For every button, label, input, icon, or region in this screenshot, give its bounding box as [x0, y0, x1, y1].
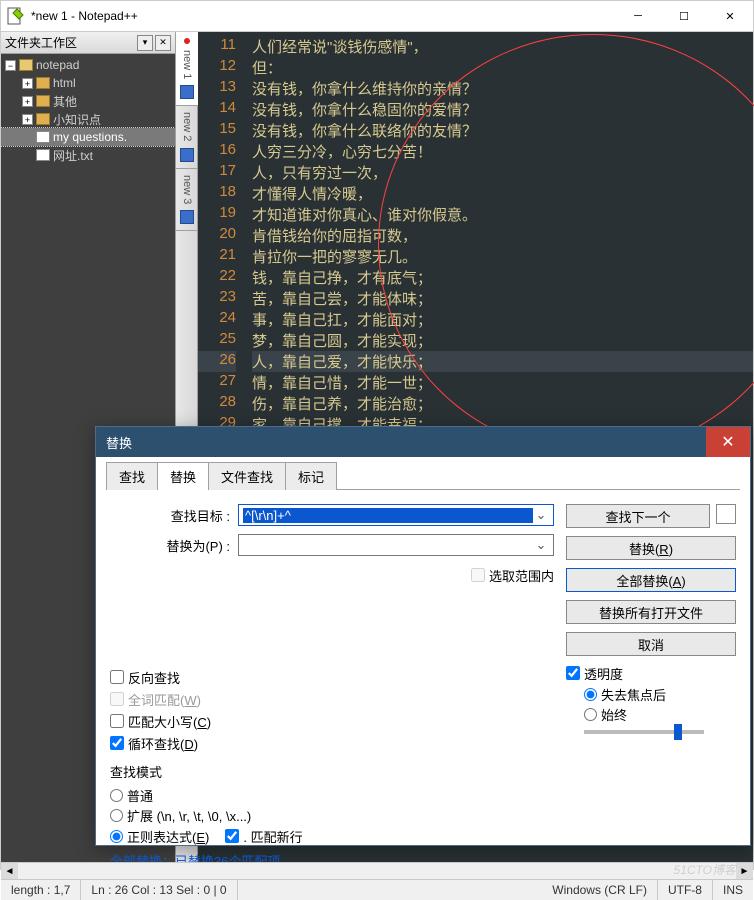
transparency-checkbox[interactable]: 透明度: [566, 662, 736, 684]
window-title: *new 1 - Notepad++: [31, 9, 615, 23]
match-newline-checkbox[interactable]: . 匹配新行: [225, 825, 302, 847]
sidebar-header: 文件夹工作区 ▾ ✕: [1, 32, 175, 54]
trans-on-lose-focus-radio[interactable]: 失去焦点后: [584, 684, 736, 704]
maximize-button[interactable]: ☐: [661, 1, 707, 31]
watermark: 51CTO博客: [674, 861, 736, 878]
status-length: length : 1,7: [1, 880, 81, 900]
horizontal-scrollbar[interactable]: ◄ ►: [1, 862, 753, 879]
mode-regex-radio[interactable]: 正则表达式(E): [110, 826, 209, 846]
save-icon[interactable]: [180, 210, 194, 224]
mode-normal-radio[interactable]: 普通: [110, 785, 554, 805]
close-button[interactable]: ✕: [707, 1, 753, 31]
find-extra-button[interactable]: [716, 504, 736, 524]
minimize-button[interactable]: ─: [615, 1, 661, 31]
scroll-right-icon[interactable]: ►: [736, 863, 753, 880]
mode-extended-radio[interactable]: 扩展 (\n, \r, \t, \0, \x...): [110, 805, 554, 825]
tab-find-in-files[interactable]: 文件查找: [208, 462, 286, 490]
cancel-button[interactable]: 取消: [566, 632, 736, 656]
tab-mark[interactable]: 标记: [285, 462, 337, 490]
dialog-tabs: 查找 替换 文件查找 标记: [106, 461, 740, 490]
find-next-button[interactable]: 查找下一个: [566, 504, 710, 528]
replace-input[interactable]: ⌄: [238, 534, 554, 556]
wrap-checkbox[interactable]: 循环查找(D): [110, 732, 554, 754]
status-position: Ln : 26 Col : 13 Sel : 0 | 0: [81, 880, 237, 900]
dialog-close-button[interactable]: ✕: [706, 427, 750, 457]
tab-new2[interactable]: new 2: [176, 106, 198, 168]
tree-folder[interactable]: +小知识点: [1, 110, 175, 128]
replace-dialog: 替换 ✕ 查找 替换 文件查找 标记 查找目标 : ^[\r\n]+^⌄ 替换为…: [95, 426, 751, 846]
tab-find[interactable]: 查找: [106, 462, 158, 490]
tree-folder[interactable]: +其他: [1, 92, 175, 110]
status-encoding[interactable]: UTF-8: [658, 880, 713, 900]
in-selection-checkbox[interactable]: 选取范围内: [471, 564, 554, 586]
tree-root[interactable]: −notepad: [1, 56, 175, 74]
tab-replace[interactable]: 替换: [157, 462, 209, 490]
tab-new1[interactable]: new 1: [176, 32, 198, 106]
dialog-titlebar[interactable]: 替换 ✕: [96, 427, 750, 457]
title-bar: *new 1 - Notepad++ ─ ☐ ✕: [0, 0, 754, 32]
save-icon[interactable]: [180, 148, 194, 162]
search-mode-label: 查找模式: [110, 762, 554, 781]
status-mode[interactable]: INS: [713, 880, 753, 900]
dialog-title: 替换: [106, 433, 706, 452]
whole-word-checkbox: 全词匹配(W): [110, 688, 554, 710]
trans-always-radio[interactable]: 始终: [584, 704, 736, 724]
replace-label: 替换为(P) :: [110, 536, 230, 555]
status-eol[interactable]: Windows (CR LF): [542, 880, 658, 900]
modified-dot-icon: [184, 38, 190, 44]
transparency-slider[interactable]: [584, 730, 704, 734]
tree-folder[interactable]: +html: [1, 74, 175, 92]
replace-in-all-files-button[interactable]: 替换所有打开文件: [566, 600, 736, 624]
save-icon[interactable]: [180, 85, 194, 99]
find-label: 查找目标 :: [110, 506, 230, 525]
tree-file-selected[interactable]: my questions.: [1, 128, 175, 146]
sidebar-close-button[interactable]: ✕: [155, 35, 171, 51]
dropdown-icon[interactable]: ⌄: [533, 537, 549, 553]
match-case-checkbox[interactable]: 匹配大小写(C): [110, 710, 554, 732]
sidebar-menu-button[interactable]: ▾: [137, 35, 153, 51]
app-icon: [7, 7, 25, 25]
dropdown-icon[interactable]: ⌄: [533, 507, 549, 523]
status-bar: length : 1,7 Ln : 26 Col : 13 Sel : 0 | …: [1, 879, 753, 900]
replace-button[interactable]: 替换(R): [566, 536, 736, 560]
scroll-left-icon[interactable]: ◄: [1, 863, 18, 880]
tab-new3[interactable]: new 3: [176, 169, 198, 231]
replace-all-button[interactable]: 全部替换(A): [566, 568, 736, 592]
find-input[interactable]: ^[\r\n]+^⌄: [238, 504, 554, 526]
tree-file[interactable]: 网址.txt: [1, 146, 175, 164]
sidebar-title: 文件夹工作区: [5, 34, 137, 51]
backward-checkbox[interactable]: 反向查找: [110, 666, 554, 688]
